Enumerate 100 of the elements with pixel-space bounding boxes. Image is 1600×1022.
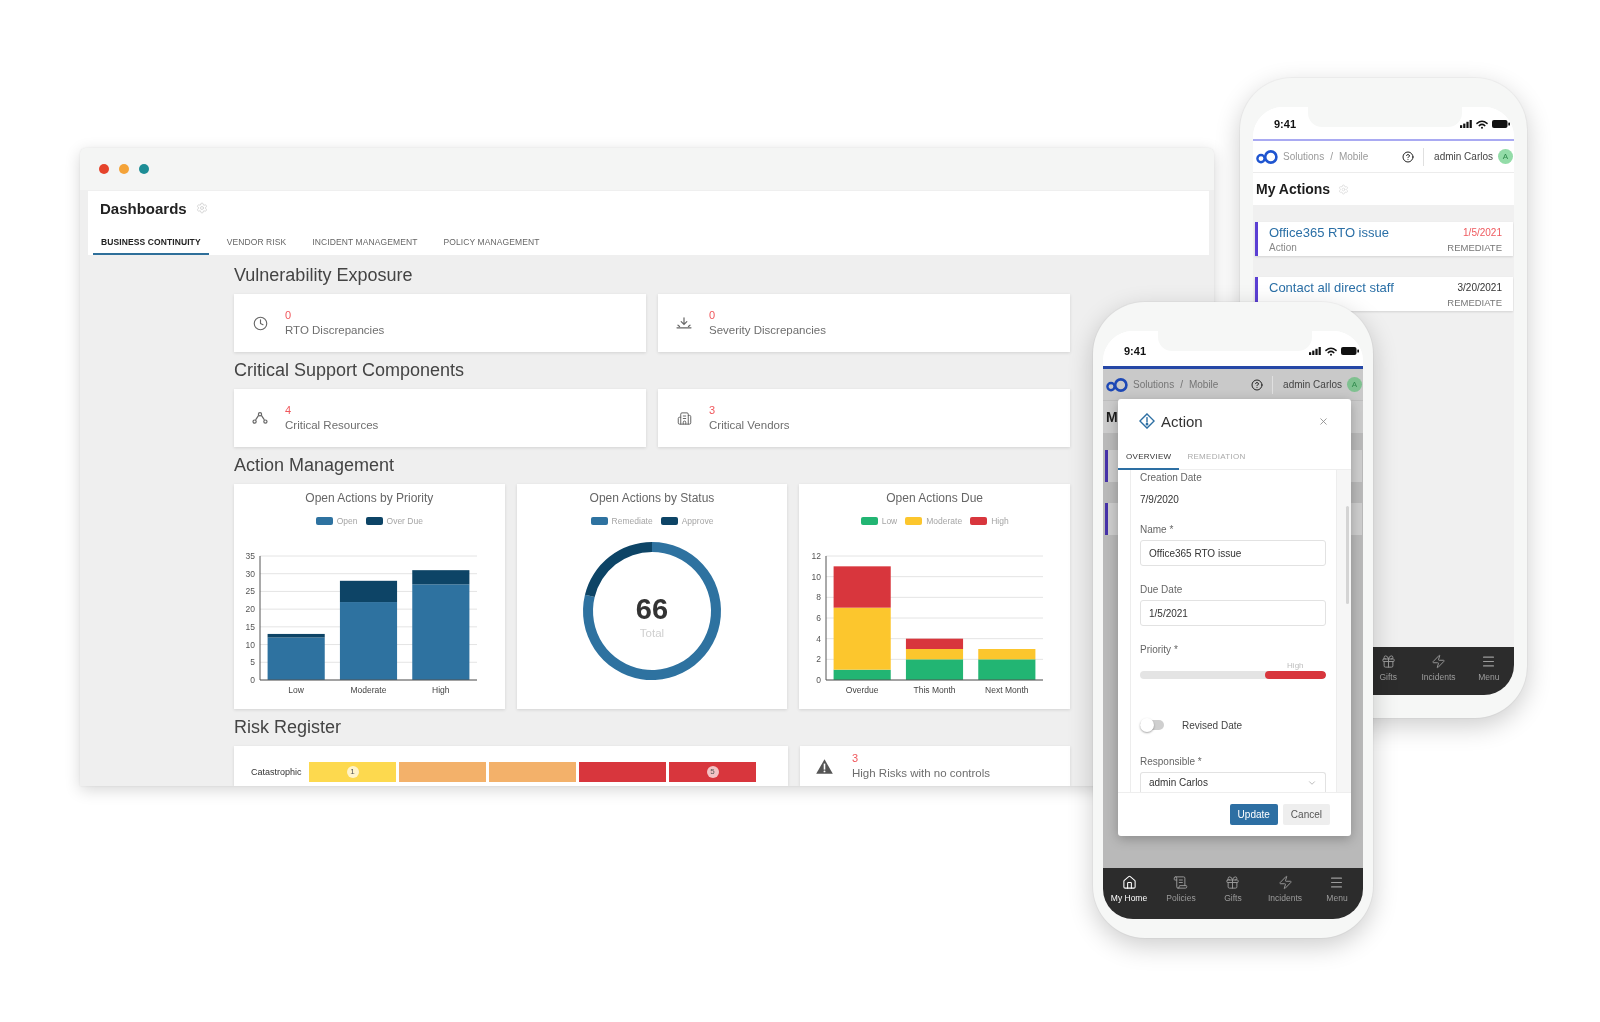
nav-item[interactable]: Incidents xyxy=(1268,875,1302,903)
status-time: 9:41 xyxy=(1124,344,1147,358)
home-icon xyxy=(1121,875,1137,890)
settings-icon[interactable] xyxy=(1338,183,1350,195)
heatmap-cell[interactable]: 1 xyxy=(309,762,396,782)
breadcrumb-link[interactable]: Solutions xyxy=(1133,379,1175,390)
tab[interactable]: POLICY MANAGEMENT xyxy=(435,229,548,255)
heatmap-cell[interactable] xyxy=(579,762,666,782)
tab[interactable]: OVERVIEW xyxy=(1118,443,1180,470)
action-card[interactable]: Office365 RTO issue Action 1/5/2021 REMEDIATE xyxy=(1255,222,1513,256)
breadcrumb-link[interactable]: Solutions xyxy=(1283,151,1325,162)
stat-label: High Risks with no controls xyxy=(852,766,991,781)
nav-item[interactable]: My Home xyxy=(1110,875,1148,903)
tab[interactable]: BUSINESS CONTINUITY xyxy=(93,229,209,255)
battery-icon xyxy=(1492,120,1510,128)
x-axis-label: Overdue xyxy=(845,685,879,695)
nav-item[interactable]: Gifts xyxy=(1224,875,1242,903)
stat-value: 0 xyxy=(285,308,292,322)
dimmed-card-edge xyxy=(1351,450,1362,482)
nav-item[interactable]: Policies xyxy=(1166,875,1196,903)
stat-label: RTO Discrepancies xyxy=(285,323,385,338)
y-tick-label: 30 xyxy=(245,568,256,579)
field-label: Due Date xyxy=(1140,584,1183,596)
help-icon[interactable] xyxy=(1251,378,1264,391)
dimmed-card-edge xyxy=(1105,503,1118,535)
wifi-icon xyxy=(1476,119,1488,129)
tab[interactable]: VENDOR RISK xyxy=(218,229,295,255)
signal-icon xyxy=(1309,347,1321,355)
scrollbar-thumb[interactable] xyxy=(1346,506,1349,604)
dialog-button[interactable]: Cancel xyxy=(1282,804,1330,825)
settings-icon[interactable] xyxy=(195,202,208,214)
y-tick-label: 20 xyxy=(245,604,256,615)
scroll-icon xyxy=(1173,875,1189,890)
battery-icon xyxy=(1341,347,1359,355)
legend-label: Moderate xyxy=(926,516,963,526)
breadcrumb-link[interactable]: Mobile xyxy=(1338,151,1369,162)
stat-value: 3 xyxy=(852,751,859,765)
priority-slider-track[interactable] xyxy=(1140,671,1326,679)
gift-icon xyxy=(1225,875,1241,890)
field-label: Name * xyxy=(1140,524,1174,536)
close-icon[interactable] xyxy=(1318,415,1329,427)
y-tick-label: 5 xyxy=(250,657,256,668)
select-field[interactable]: admin Carlos xyxy=(1140,772,1326,792)
x-axis-label: Next Month xyxy=(984,685,1029,695)
stat-value: 3 xyxy=(709,403,716,417)
tab[interactable]: INCIDENT MANAGEMENT xyxy=(304,229,426,255)
help-icon[interactable] xyxy=(1402,150,1415,163)
heatmap-cell[interactable]: 5 xyxy=(669,762,756,782)
menu-icon xyxy=(1481,654,1497,669)
lightning-icon xyxy=(1431,654,1446,669)
count-badge: 1 xyxy=(346,766,359,778)
legend-label: Remediate xyxy=(611,516,653,526)
section-title: Action Management xyxy=(234,454,395,477)
diamond-alert-icon xyxy=(1139,413,1155,429)
warning-icon xyxy=(816,758,833,774)
clock-icon xyxy=(252,315,268,331)
action-due-date: 3/20/2021 xyxy=(1457,281,1502,295)
stat-label: Critical Vendors xyxy=(709,418,790,433)
dialog-button[interactable]: Update xyxy=(1229,804,1278,825)
minimize-dot-icon[interactable] xyxy=(119,164,129,174)
text-field[interactable]: Office365 RTO issue xyxy=(1140,540,1326,566)
toggle-switch[interactable] xyxy=(1140,718,1164,732)
breadcrumb-separator: / xyxy=(1180,379,1183,390)
field-label: Responsible * xyxy=(1140,756,1202,768)
close-dot-icon[interactable] xyxy=(99,164,109,174)
nav-item[interactable]: Menu xyxy=(1326,875,1348,903)
y-tick-label: 15 xyxy=(245,621,256,632)
dialog-title: Action xyxy=(1161,412,1203,430)
status-time: 9:41 xyxy=(1274,117,1297,131)
x-axis-label: High xyxy=(432,685,450,695)
y-tick-label: 0 xyxy=(250,675,256,685)
arrow-down-icon xyxy=(676,317,692,329)
dimmed-card-edge xyxy=(1351,503,1362,535)
field-value: 7/9/2020 xyxy=(1140,494,1179,506)
bar xyxy=(905,638,963,649)
x-axis-label: Low xyxy=(288,685,305,695)
field-label: Creation Date xyxy=(1140,472,1202,484)
y-tick-label: 25 xyxy=(245,586,256,597)
y-tick-label: 0 xyxy=(815,675,821,685)
nav-item[interactable]: Incidents xyxy=(1421,654,1456,682)
total-value: 66 xyxy=(635,593,669,625)
nav-item[interactable]: Gifts xyxy=(1379,654,1397,682)
breadcrumb-link[interactable]: Mobile xyxy=(1188,379,1219,390)
text-field[interactable]: 1/5/2021 xyxy=(1140,600,1326,626)
building-icon xyxy=(676,410,692,426)
action-due-date: 1/5/2021 xyxy=(1463,226,1502,240)
action-title: Contact all direct staff xyxy=(1269,280,1394,296)
nodes-icon xyxy=(252,412,268,424)
heatmap-cell[interactable] xyxy=(399,762,486,782)
signal-icon xyxy=(1460,120,1472,128)
x-axis-label: Moderate xyxy=(350,685,387,695)
maximize-dot-icon[interactable] xyxy=(139,164,149,174)
action-status: REMEDIATE xyxy=(1447,241,1502,254)
y-tick-label: 8 xyxy=(815,592,821,603)
page-title: My Actions xyxy=(1256,181,1331,197)
nav-item[interactable]: Menu xyxy=(1478,654,1500,682)
y-tick-label: 4 xyxy=(815,633,821,644)
dimmed-card-edge xyxy=(1105,450,1118,482)
heatmap-cell[interactable] xyxy=(489,762,576,782)
y-tick-label: 35 xyxy=(245,551,256,561)
